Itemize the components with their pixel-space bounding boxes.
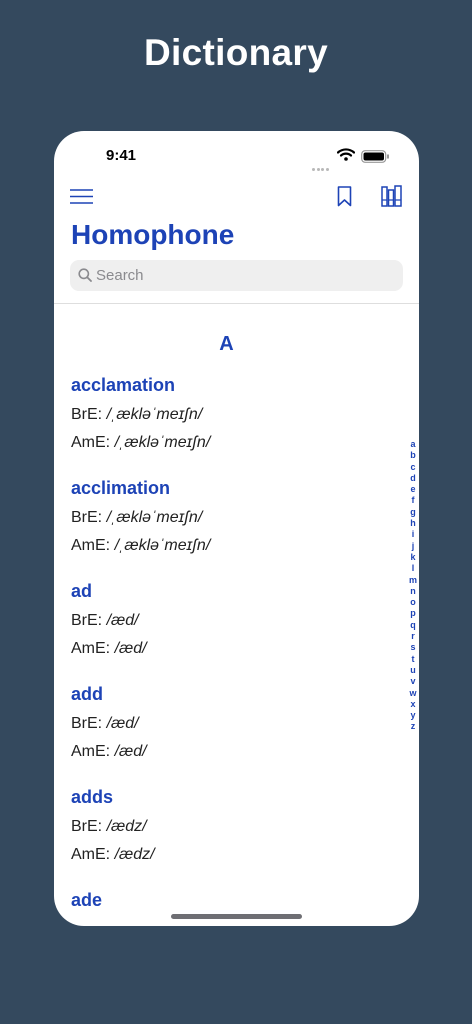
search-input[interactable] xyxy=(96,260,386,291)
index-letter-q[interactable]: q xyxy=(410,620,416,631)
promo-title: Dictionary xyxy=(144,32,328,73)
bre-pronunciation: BrE: /ædz/ xyxy=(71,818,147,835)
nav-bar xyxy=(54,181,419,213)
index-letter-o[interactable]: o xyxy=(410,597,416,608)
entry-word: acclimation xyxy=(71,478,171,498)
entry-word: ad xyxy=(71,581,93,601)
entry-word: ade xyxy=(71,890,103,910)
library-books-icon[interactable] xyxy=(381,185,402,207)
entry-word: acclamation xyxy=(71,375,176,395)
list-item[interactable]: ade xyxy=(54,882,399,926)
bookmark-icon[interactable] xyxy=(337,186,352,207)
index-letter-b[interactable]: b xyxy=(410,450,416,461)
page-title: Homophone xyxy=(71,219,235,250)
phone-screen: 9:41 Homophone Search A acclamation BrE:… xyxy=(54,131,419,926)
list-item[interactable]: adds BrE: /ædz/ AmE: /ædz/ xyxy=(54,779,399,882)
list-item[interactable]: add BrE: /æd/ AmE: /æd/ xyxy=(54,676,399,779)
ame-pronunciation: AmE: /ædz/ xyxy=(71,846,155,863)
section-header-a: A xyxy=(219,333,234,355)
ame-pronunciation: AmE: /ˌækləˈmeɪʃn/ xyxy=(71,537,211,554)
entry-word: add xyxy=(71,684,104,704)
index-letter-p[interactable]: p xyxy=(410,608,416,619)
cellular-signal-icon xyxy=(312,158,330,176)
status-time: 9:41 xyxy=(106,147,137,164)
index-letter-v[interactable]: v xyxy=(410,676,415,687)
index-letter-r[interactable]: r xyxy=(411,631,415,642)
index-letter-y[interactable]: y xyxy=(410,710,415,721)
index-letter-l[interactable]: l xyxy=(412,563,415,574)
bre-pronunciation: BrE: /æd/ xyxy=(71,612,139,629)
index-letter-g[interactable]: g xyxy=(410,507,416,518)
battery-icon xyxy=(361,150,389,163)
search-icon xyxy=(78,268,92,282)
list-item[interactable]: acclimation BrE: /ˌækləˈmeɪʃn/ AmE: /ˌæk… xyxy=(54,470,399,573)
hamburger-menu-icon[interactable] xyxy=(70,189,93,204)
entry-word: adds xyxy=(71,787,114,807)
index-letter-m[interactable]: m xyxy=(409,575,417,586)
index-letter-c[interactable]: c xyxy=(410,462,415,473)
list-item[interactable]: acclamation BrE: /ˌækləˈmeɪʃn/ AmE: /ˌæk… xyxy=(54,367,399,470)
search-bar[interactable] xyxy=(70,260,403,291)
index-letter-n[interactable]: n xyxy=(410,586,416,597)
list-item[interactable]: ad BrE: /æd/ AmE: /æd/ xyxy=(54,573,399,676)
index-letter-j[interactable]: j xyxy=(412,541,415,552)
alphabet-index[interactable]: abcdefghijklmnopqrstuvwxyz xyxy=(407,439,419,733)
bre-pronunciation: BrE: /ˌækləˈmeɪʃn/ xyxy=(71,406,203,423)
home-indicator[interactable] xyxy=(171,914,302,919)
index-letter-u[interactable]: u xyxy=(410,665,416,676)
index-letter-s[interactable]: s xyxy=(410,642,415,653)
index-letter-w[interactable]: w xyxy=(409,688,416,699)
word-list: A acclamation BrE: /ˌækləˈmeɪʃn/ AmE: /ˌ… xyxy=(54,321,399,926)
divider xyxy=(54,303,419,304)
bre-pronunciation: BrE: /ˌækləˈmeɪʃn/ xyxy=(71,509,203,526)
index-letter-k[interactable]: k xyxy=(410,552,415,563)
ame-pronunciation: AmE: /ˌækləˈmeɪʃn/ xyxy=(71,434,211,451)
index-letter-z[interactable]: z xyxy=(411,721,416,732)
ame-pronunciation: AmE: /æd/ xyxy=(71,640,147,657)
bre-pronunciation: BrE: /æd/ xyxy=(71,715,139,732)
index-letter-e[interactable]: e xyxy=(410,484,415,495)
index-letter-d[interactable]: d xyxy=(410,473,416,484)
ame-pronunciation: AmE: /æd/ xyxy=(71,743,147,760)
wifi-icon xyxy=(337,148,355,161)
status-bar: 9:41 xyxy=(54,131,419,177)
index-letter-h[interactable]: h xyxy=(410,518,416,529)
index-letter-x[interactable]: x xyxy=(410,699,415,710)
index-letter-i[interactable]: i xyxy=(412,529,415,540)
index-letter-f[interactable]: f xyxy=(412,495,415,506)
index-letter-a[interactable]: a xyxy=(410,439,415,450)
index-letter-t[interactable]: t xyxy=(412,654,415,665)
